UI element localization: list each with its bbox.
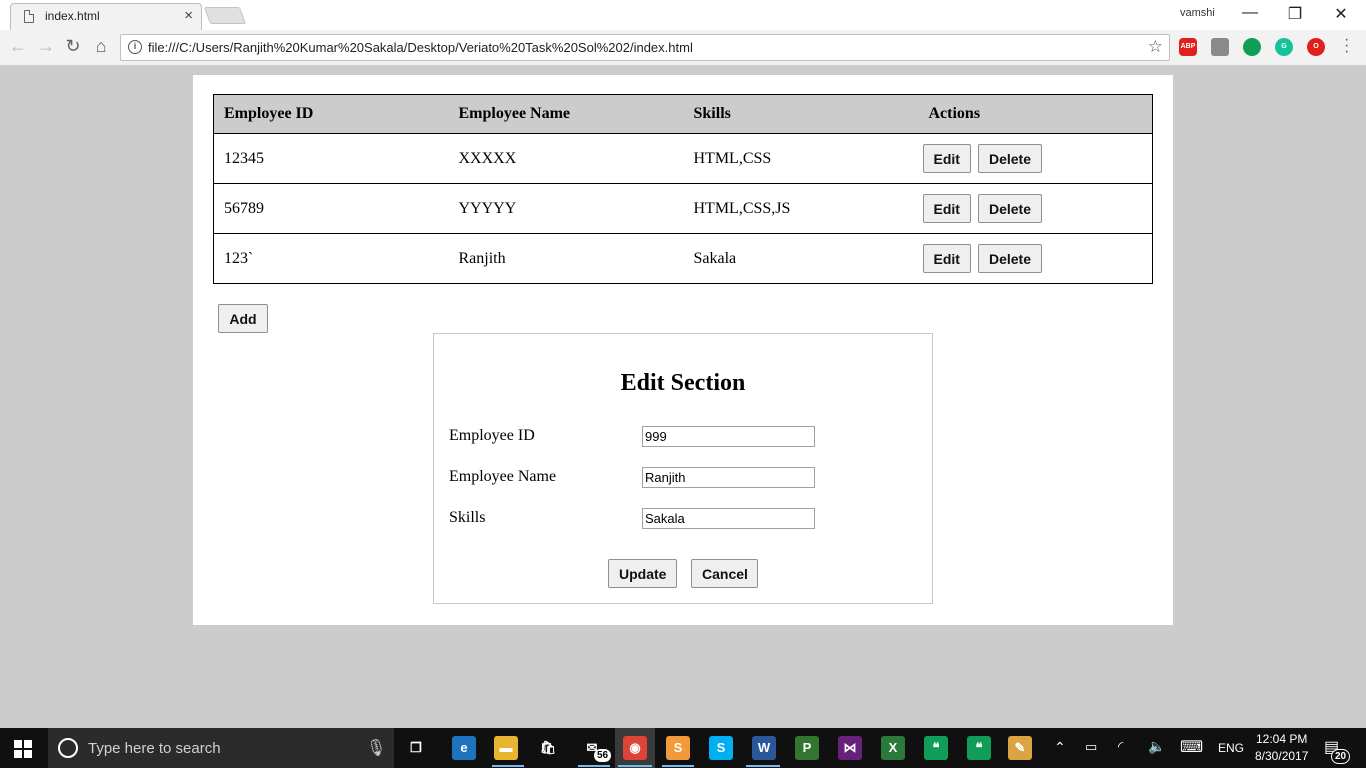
url-text[interactable]: file:///C:/Users/Ranjith%20Kumar%20Sakal… xyxy=(148,40,693,55)
menu-icon[interactable]: · · · xyxy=(1344,32,1349,60)
minimize-icon[interactable]: — xyxy=(1240,4,1260,22)
skills-cell: Sakala xyxy=(683,233,919,284)
edit-button[interactable]: Edit xyxy=(922,144,971,173)
clock-date[interactable]: 8/30/2017 xyxy=(1255,749,1308,763)
word-icon[interactable]: W xyxy=(752,736,776,760)
profile-name[interactable]: vamshi xyxy=(1180,7,1215,19)
employee-id-input[interactable] xyxy=(642,426,815,447)
cortana-icon[interactable] xyxy=(58,738,78,758)
info-icon[interactable]: i xyxy=(128,40,142,54)
file-explorer-icon[interactable]: ▬ xyxy=(494,736,518,760)
microphone-icon[interactable]: 🎙 xyxy=(366,738,386,758)
column-header: Actions xyxy=(918,94,1153,134)
running-indicator xyxy=(746,765,780,767)
employee-id-cell: 12345 xyxy=(213,133,449,184)
hangouts-2-icon[interactable]: ❝ xyxy=(967,736,991,760)
employee-name-cell: YYYYY xyxy=(448,183,684,234)
battery-icon[interactable]: ▭ xyxy=(1085,739,1097,755)
employee-name-cell: XXXXX xyxy=(448,133,684,184)
sublime-icon[interactable]: S xyxy=(666,736,690,760)
employee-name-cell: Ranjith xyxy=(448,233,684,284)
tab-title: index.html xyxy=(45,9,100,23)
table-row: 56789 YYYYY HTML,CSS,JS Edit Delete xyxy=(213,183,1153,234)
close-icon[interactable]: ✕ xyxy=(1331,4,1351,24)
paint-icon[interactable]: ✎ xyxy=(1008,736,1032,760)
notification-count: 20 xyxy=(1331,749,1351,764)
skills-cell: HTML,CSS xyxy=(683,133,919,184)
adblock-icon[interactable]: ABP xyxy=(1179,38,1197,56)
column-header: Employee Name xyxy=(448,94,684,134)
reload-icon[interactable]: ↻ xyxy=(62,36,84,57)
tab-close-icon[interactable]: × xyxy=(184,7,193,24)
task-view-icon[interactable]: ❐ xyxy=(404,736,428,760)
browser-tab[interactable]: index.html × xyxy=(10,3,202,30)
employee-id-cell: 56789 xyxy=(213,183,449,234)
skills-cell: HTML,CSS,JS xyxy=(683,183,919,234)
running-indicator xyxy=(662,765,694,767)
edge-icon[interactable]: e xyxy=(452,736,476,760)
clock-time[interactable]: 12:04 PM xyxy=(1256,732,1307,746)
bookmark-star-icon[interactable]: ☆ xyxy=(1148,37,1163,57)
store-icon[interactable]: 🛍 xyxy=(536,736,560,760)
employee-id-cell: 123` xyxy=(213,233,449,284)
skills-input[interactable] xyxy=(642,508,815,529)
forward-icon[interactable]: → xyxy=(35,36,57,57)
hangouts-icon[interactable] xyxy=(1243,38,1261,56)
running-indicator xyxy=(618,765,652,767)
employee-id-label: Employee ID xyxy=(449,427,535,444)
actions-cell: Edit Delete xyxy=(918,183,1153,234)
address-bar[interactable]: i file:///C:/Users/Ranjith%20Kumar%20Sak… xyxy=(120,34,1170,61)
visual-studio-icon[interactable]: ⋈ xyxy=(838,736,862,760)
employee-name-input[interactable] xyxy=(642,467,815,488)
hangouts-1-icon[interactable]: ❝ xyxy=(924,736,948,760)
table-row: 12345 XXXXX HTML,CSS Edit Delete xyxy=(213,133,1153,184)
language-indicator[interactable]: ENG xyxy=(1218,741,1244,755)
delete-button[interactable]: Delete xyxy=(977,144,1042,173)
edit-section: Edit Section Employee ID Employee Name S… xyxy=(433,333,933,604)
delete-button[interactable]: Delete xyxy=(977,244,1042,273)
volume-icon[interactable]: 🔈 xyxy=(1148,738,1165,755)
actions-cell: Edit Delete xyxy=(918,133,1153,184)
excel-package-icon[interactable]: X xyxy=(881,736,905,760)
update-button[interactable]: Update xyxy=(608,559,677,588)
mail-badge: 56 xyxy=(594,749,612,762)
add-button[interactable]: Add xyxy=(218,304,268,333)
delete-button[interactable]: Delete xyxy=(977,194,1042,223)
windows-start-icon[interactable] xyxy=(14,740,32,758)
grammarly-icon[interactable]: G xyxy=(1275,38,1293,56)
edit-button[interactable]: Edit xyxy=(922,194,971,223)
running-indicator xyxy=(492,765,524,767)
browser-toolbar: ← → ↻ ⌂ i file:///C:/Users/Ranjith%20Kum… xyxy=(0,30,1366,66)
table-row: 123` Ranjith Sakala Edit Delete xyxy=(213,233,1153,284)
opera-icon[interactable]: O xyxy=(1307,38,1325,56)
keyboard-icon[interactable]: ⌨ xyxy=(1180,737,1203,757)
taskbar-search[interactable]: Type here to search 🎙 xyxy=(48,728,394,768)
chrome-icon[interactable]: ◉ xyxy=(623,736,647,760)
page-content: Employee ID Employee Name Skills Actions… xyxy=(193,75,1173,625)
skills-label: Skills xyxy=(449,509,486,526)
page-icon xyxy=(24,10,34,23)
new-tab-button[interactable] xyxy=(203,7,247,24)
employee-table: Employee ID Employee Name Skills Actions… xyxy=(213,94,1153,284)
employee-name-label: Employee Name xyxy=(449,468,557,485)
column-header: Skills xyxy=(683,94,919,134)
home-icon[interactable]: ⌂ xyxy=(90,36,112,57)
edit-section-title: Edit Section xyxy=(620,370,746,396)
back-icon[interactable]: ← xyxy=(7,36,29,57)
edit-button[interactable]: Edit xyxy=(922,244,971,273)
project-icon[interactable]: P xyxy=(795,736,819,760)
actions-cell: Edit Delete xyxy=(918,233,1153,284)
table-header-row: Employee ID Employee Name Skills Actions xyxy=(213,94,1153,134)
restore-icon[interactable]: ❐ xyxy=(1285,4,1305,24)
tray-chevron-icon[interactable]: ⌃ xyxy=(1054,739,1066,756)
running-indicator xyxy=(578,765,610,767)
browser-titlebar: index.html × vamshi — ❐ ✕ xyxy=(0,0,1366,30)
search-placeholder[interactable]: Type here to search xyxy=(88,740,221,757)
cancel-button[interactable]: Cancel xyxy=(691,559,758,588)
column-header: Employee ID xyxy=(213,94,449,134)
extension-icon[interactable] xyxy=(1211,38,1229,56)
taskbar: Type here to search 🎙 ❐ e ▬ 🛍 ✉ ◉ S S W P ⋈ X ❝ ❝ ✎ 56… xyxy=(0,728,1366,768)
skype-icon[interactable]: S xyxy=(709,736,733,760)
wifi-icon[interactable]: ◜ xyxy=(1118,738,1123,755)
